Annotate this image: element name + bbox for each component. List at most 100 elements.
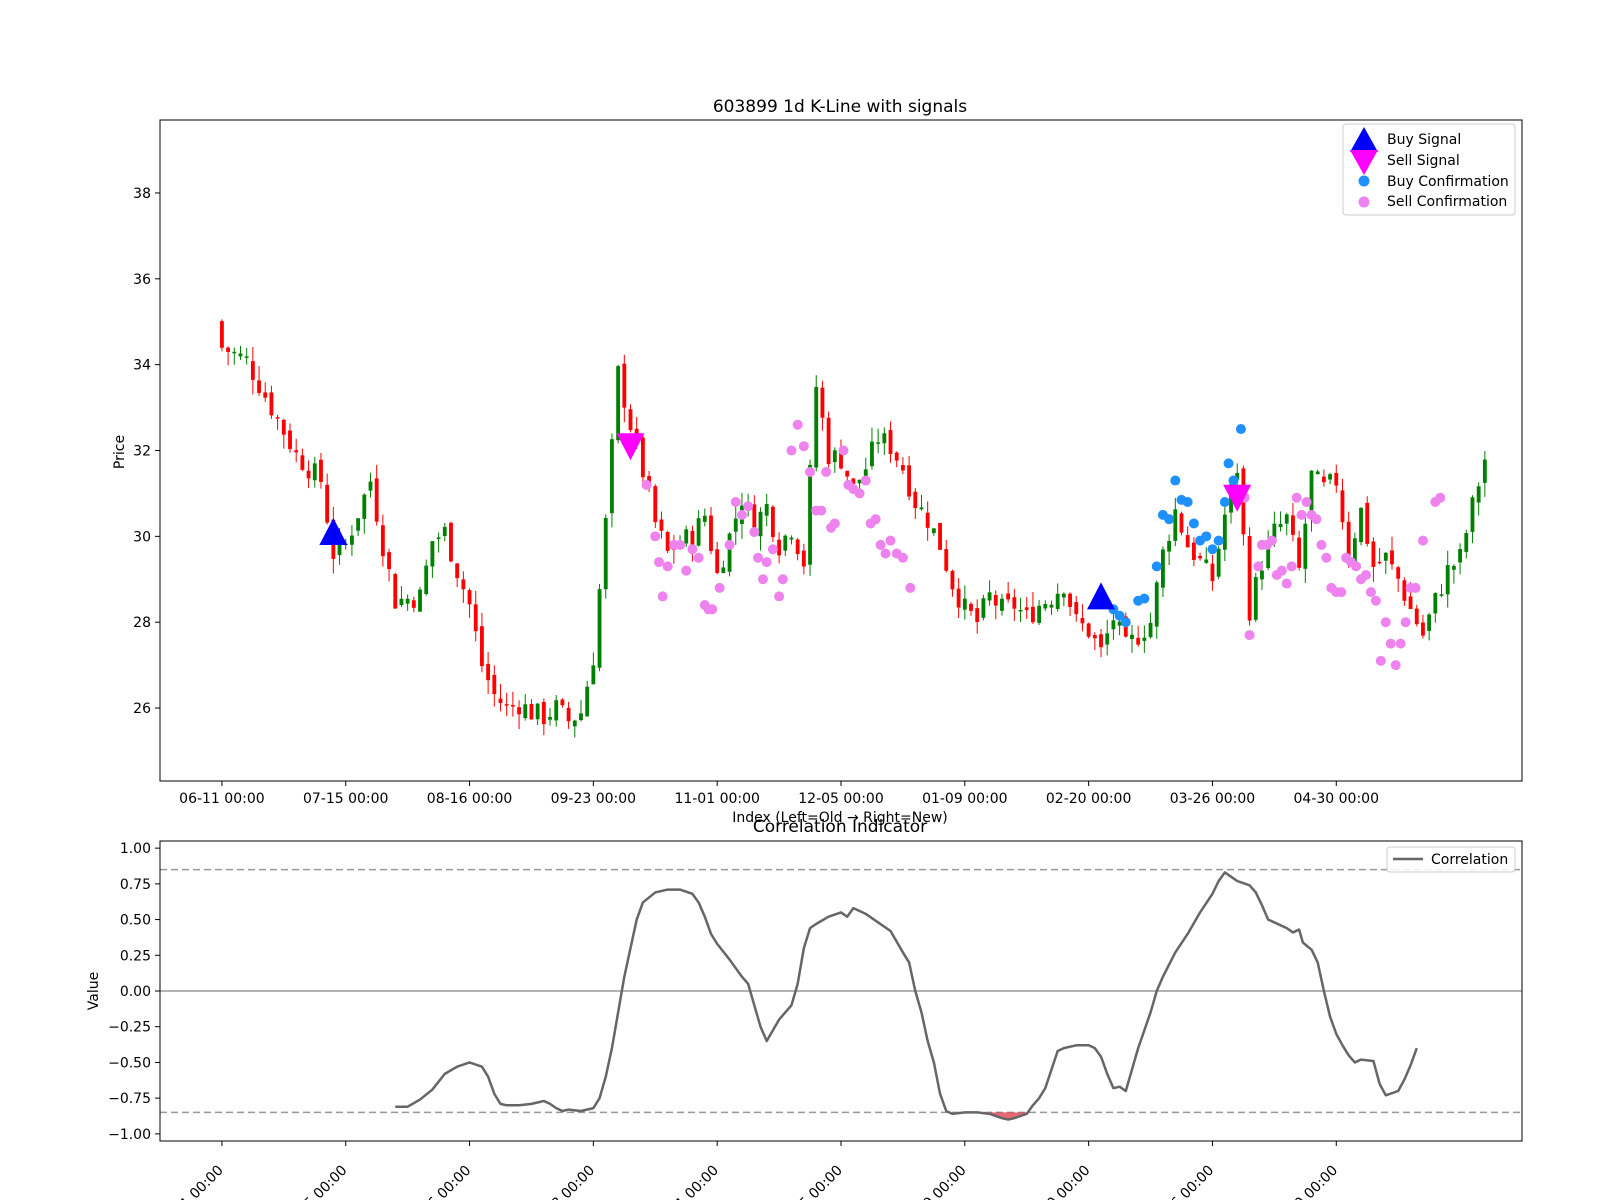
kline-xtick-label: 04-30 00:00 — [1294, 791, 1379, 807]
sell-confirmation-dot — [860, 475, 871, 486]
sell-confirmation-dot — [786, 445, 797, 456]
sell-confirmation-dot — [1253, 561, 1264, 572]
sell-confirmation-dot — [714, 582, 725, 593]
sell-confirmation-legend-icon — [1358, 196, 1370, 208]
candle — [1359, 507, 1363, 546]
correlation-ytick-label: −0.50 — [108, 1055, 151, 1071]
buy-confirmation-dot — [1188, 518, 1199, 529]
candle — [1086, 622, 1091, 639]
candle — [1247, 527, 1252, 626]
buy-confirmation-dot — [1201, 531, 1212, 542]
sell-confirmation-dot — [693, 552, 704, 563]
sell-confirmation-dot — [657, 591, 668, 602]
sell-confirmation-dot — [821, 466, 832, 477]
sell-confirmation-dot — [1244, 630, 1255, 641]
buy-confirmation-dot — [1228, 475, 1239, 486]
sell-confirmation-dot — [1380, 617, 1391, 628]
sell-confirmation-dot — [1395, 638, 1406, 649]
kline-ytick-label: 32 — [133, 444, 151, 460]
candle — [1216, 546, 1221, 580]
buy-confirmation-dot — [1170, 475, 1181, 486]
correlation-ytick-label: 0.25 — [120, 948, 151, 964]
buy-confirmation-dot — [1213, 535, 1224, 546]
buy-confirmation-dot — [1139, 593, 1150, 604]
sell-confirmation-dot — [1301, 497, 1312, 508]
sell-confirmation-dot — [736, 509, 747, 520]
kline-xtick-label: 06-11 00:00 — [179, 791, 264, 807]
kline-ytick-label: 38 — [133, 186, 151, 202]
buy-confirmation-dot — [1235, 424, 1246, 435]
buy-confirmation-dot — [1219, 497, 1230, 508]
candle — [1179, 511, 1184, 536]
sell-confirmation-dot — [687, 544, 698, 555]
sell-confirmation-dot — [854, 488, 865, 499]
sell-confirmation-dot — [743, 501, 754, 512]
sell-confirmation-dot — [905, 582, 916, 593]
sell-confirmation-dot — [798, 441, 809, 452]
candle — [938, 522, 942, 551]
candle — [653, 484, 658, 528]
sell-confirmation-dot — [774, 591, 785, 602]
kline-xtick-label: 07-15 00:00 — [303, 791, 388, 807]
sell-confirmation-dot — [885, 535, 896, 546]
sell-confirmation-dot — [897, 552, 908, 563]
sell-confirmation-dot — [1417, 535, 1428, 546]
legend-buy-signal: Buy Signal — [1387, 132, 1461, 148]
candle — [219, 319, 224, 352]
candle — [665, 530, 670, 554]
kline-xtick-label: 12-05 00:00 — [798, 791, 883, 807]
sell-confirmation-dot — [1390, 660, 1401, 671]
sell-confirmation-dot — [1266, 535, 1277, 546]
kline-ytick-label: 36 — [133, 272, 151, 288]
sell-confirmation-dot — [1311, 514, 1322, 525]
buy-confirmation-dot — [1164, 514, 1175, 525]
buy-confirmation-dot — [1182, 497, 1193, 508]
sell-confirmation-dot — [870, 514, 881, 525]
sell-confirmation-dot — [1296, 509, 1307, 520]
sell-confirmation-dot — [1360, 569, 1371, 580]
kline-xtick-label: 08-16 00:00 — [427, 791, 512, 807]
kline-ytick-label: 34 — [133, 358, 151, 374]
candle — [393, 572, 398, 609]
sell-confirmation-dot — [1276, 565, 1287, 576]
sell-confirmation-dot — [1385, 638, 1396, 649]
buy-confirmation-legend-icon — [1358, 175, 1370, 187]
candle — [814, 375, 819, 472]
candle — [981, 594, 986, 621]
sell-confirmation-dot — [641, 479, 652, 490]
sell-confirmation-dot — [1351, 561, 1362, 572]
sell-confirmation-dot — [1410, 582, 1421, 593]
sell-confirmation-dot — [1336, 587, 1347, 598]
sell-confirmation-dot — [1435, 492, 1446, 503]
legend-sell-confirmation: Sell Confirmation — [1387, 194, 1507, 210]
candle — [418, 587, 422, 612]
candle — [449, 521, 453, 563]
kline-ytick-label: 26 — [133, 701, 151, 717]
correlation-ytick-label: −1.00 — [108, 1127, 151, 1143]
candle — [770, 504, 775, 542]
sell-confirmation-dot — [1316, 539, 1327, 550]
legend-buy-confirmation: Buy Confirmation — [1387, 174, 1509, 190]
sell-confirmation-dot — [707, 604, 718, 615]
sell-confirmation-dot — [777, 574, 788, 585]
sell-confirmation-dot — [1281, 578, 1292, 589]
sell-confirmation-dot — [681, 565, 692, 576]
kline-xtick-label: 11-01 00:00 — [674, 791, 759, 807]
sell-confirmation-dot — [761, 557, 772, 568]
candle — [1241, 465, 1246, 546]
candle — [597, 583, 602, 672]
candle — [727, 532, 732, 577]
buy-confirmation-dot — [1223, 458, 1234, 469]
sell-confirmation-dot — [838, 445, 849, 456]
kline-ylabel: Price — [112, 435, 128, 469]
buy-confirmation-dot — [1120, 617, 1131, 628]
kline-ytick-label: 30 — [133, 529, 151, 545]
figure-canvas: 603899 1d K-Line with signals 26 28 30 32 34… — [0, 0, 1600, 1200]
candle — [826, 411, 831, 468]
sell-confirmation-dot — [730, 497, 741, 508]
kline-ytick-label: 28 — [133, 615, 151, 631]
sell-confirmation-dot — [1291, 492, 1302, 503]
sell-confirmation-dot — [1286, 561, 1297, 572]
correlation-ytick-label: −0.25 — [108, 1020, 151, 1036]
sell-confirmation-dot — [767, 544, 778, 555]
